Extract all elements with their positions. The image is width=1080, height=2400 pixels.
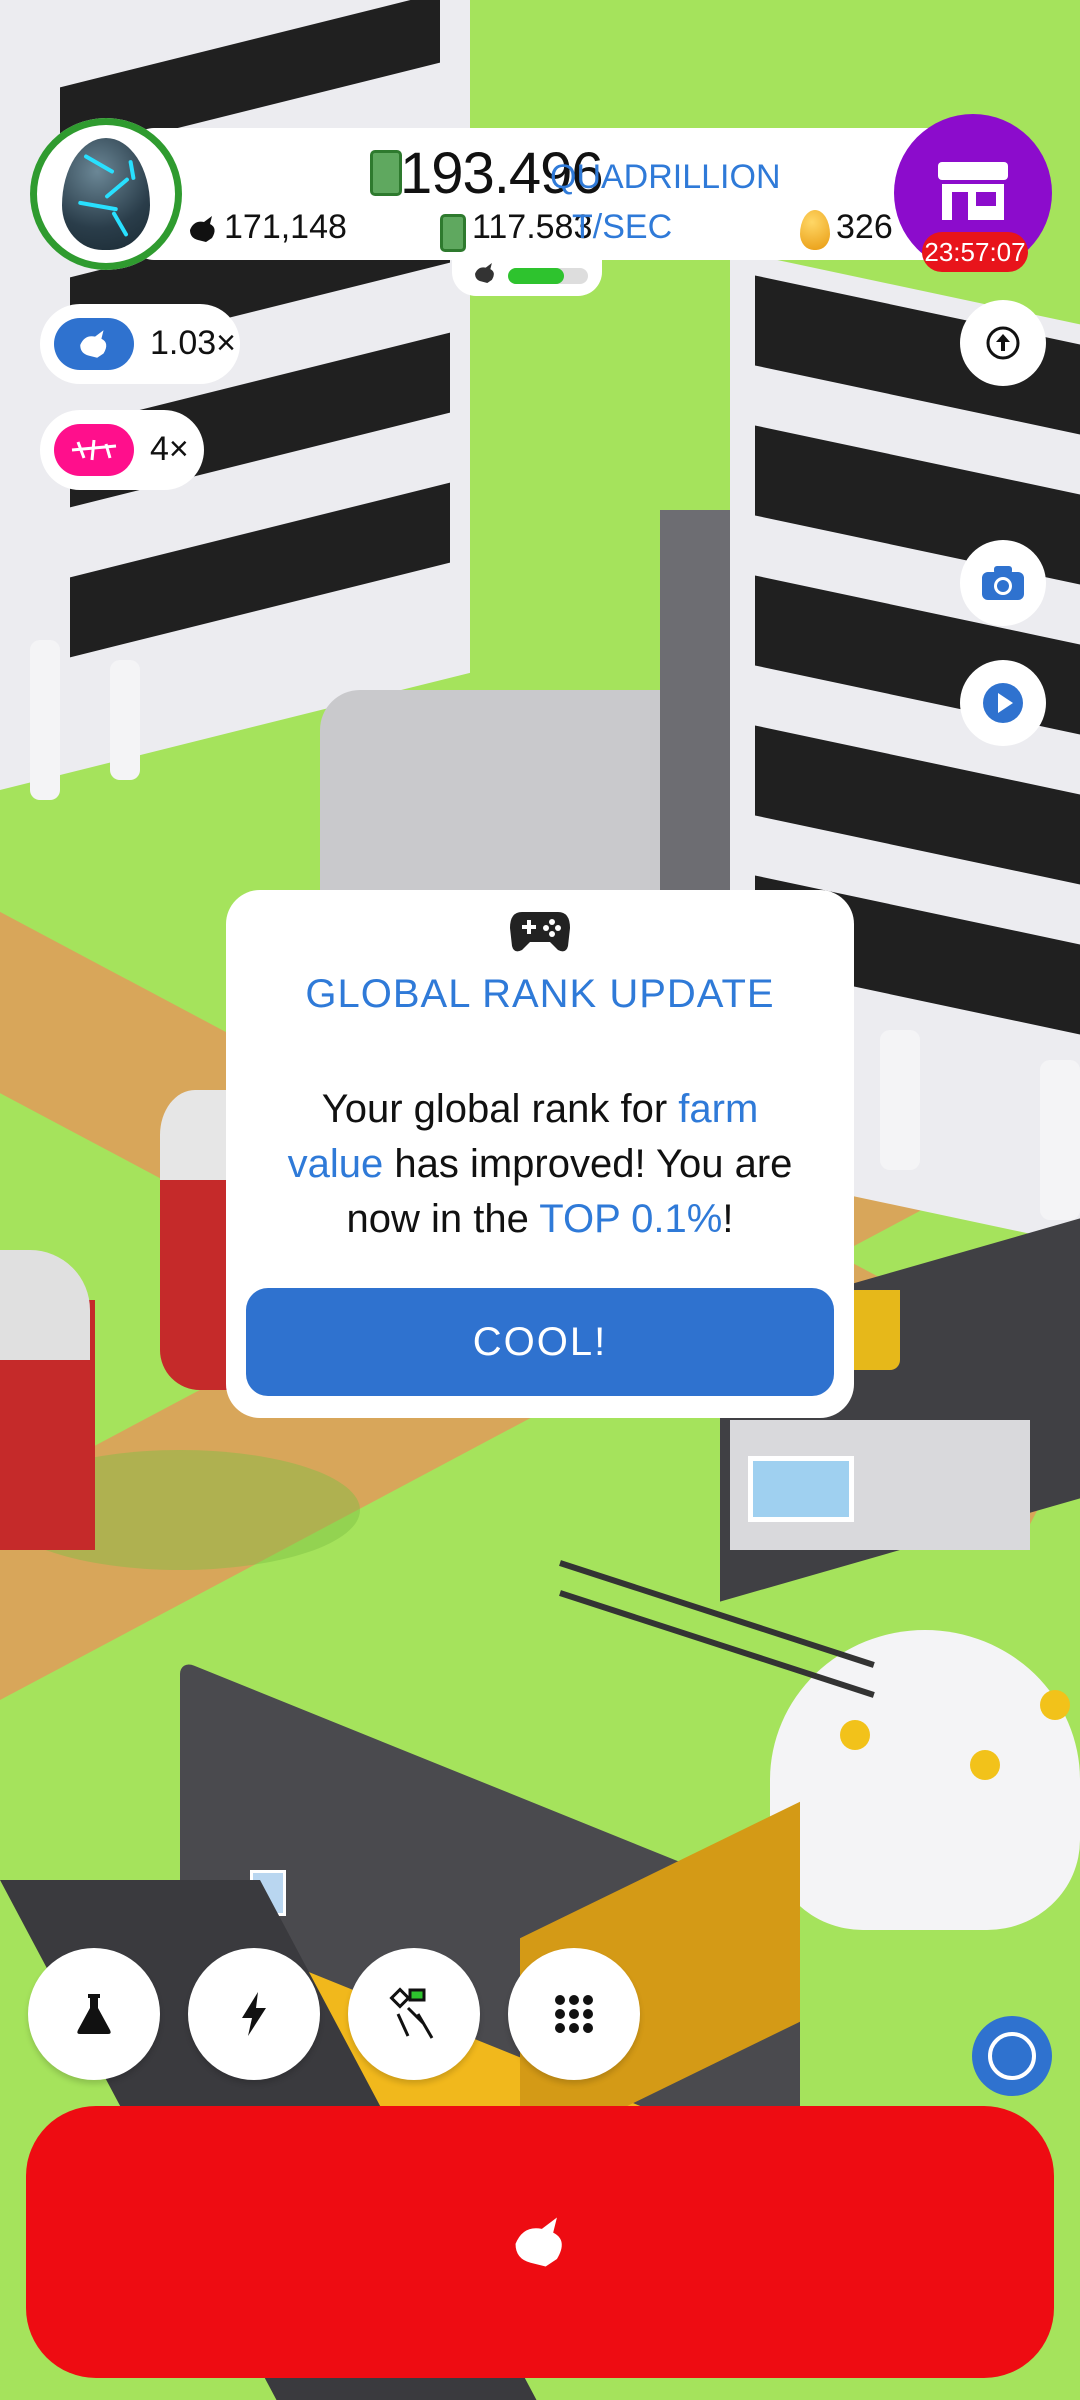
video-button[interactable] bbox=[960, 660, 1046, 746]
boost-label: 1.03× bbox=[150, 324, 237, 362]
cash-icon bbox=[370, 150, 402, 196]
menu-button[interactable] bbox=[508, 1948, 640, 2080]
message-highlight-rank: TOP 0.1% bbox=[539, 1197, 723, 1241]
drone-icon bbox=[54, 424, 134, 476]
chicken-icon bbox=[54, 318, 134, 370]
boosts-button[interactable] bbox=[188, 1948, 320, 2080]
flask-icon bbox=[77, 1994, 111, 2034]
camera-button[interactable] bbox=[960, 540, 1046, 626]
gamepad-icon bbox=[510, 912, 570, 952]
research-button[interactable] bbox=[28, 1948, 160, 2080]
golden-egg-count: 326 bbox=[836, 208, 893, 246]
chicken-count: 171,148 bbox=[224, 208, 347, 246]
circle-icon bbox=[988, 2032, 1036, 2080]
drone-controller-button[interactable] bbox=[348, 1948, 480, 2080]
hatch-chicken-button[interactable] bbox=[26, 2106, 1054, 2378]
upload-button[interactable] bbox=[960, 300, 1046, 386]
grid-menu-icon bbox=[555, 1995, 593, 2033]
lightning-icon bbox=[242, 1992, 266, 2036]
boost-label: 4× bbox=[150, 430, 189, 468]
progress-track bbox=[508, 268, 588, 284]
golden-egg-icon bbox=[800, 210, 830, 250]
chicken-icon bbox=[515, 2217, 562, 2267]
message-text: ! bbox=[722, 1197, 734, 1241]
cash-rate-icon bbox=[440, 214, 466, 252]
boost-chicken-multiplier[interactable]: 1.03× bbox=[40, 304, 240, 384]
chicken-small-icon bbox=[475, 263, 494, 283]
store-icon bbox=[938, 162, 1008, 220]
chicken-icon bbox=[186, 212, 220, 246]
earning-rate-unit: T/SEC bbox=[572, 208, 673, 246]
message-text: Your global rank for bbox=[321, 1087, 679, 1131]
population-progress[interactable] bbox=[452, 254, 602, 296]
play-icon bbox=[983, 683, 1023, 723]
cool-button[interactable]: COOL! bbox=[246, 1288, 834, 1396]
drone-controller-icon bbox=[389, 1987, 434, 2039]
boost-drone-multiplier[interactable]: 4× bbox=[40, 410, 204, 490]
camera-icon bbox=[982, 566, 1024, 600]
money-unit: QUADRILLION bbox=[550, 158, 781, 196]
assist-button[interactable] bbox=[972, 2016, 1052, 2096]
dialog-title: GLOBAL RANK UPDATE bbox=[305, 972, 775, 1016]
arrow-up-circle-icon bbox=[986, 326, 1020, 360]
dialog-message: Your global rank for farm value has impr… bbox=[270, 1082, 810, 1247]
shop-timer: 23:57:07 bbox=[922, 232, 1028, 272]
progress-fill bbox=[508, 268, 564, 284]
